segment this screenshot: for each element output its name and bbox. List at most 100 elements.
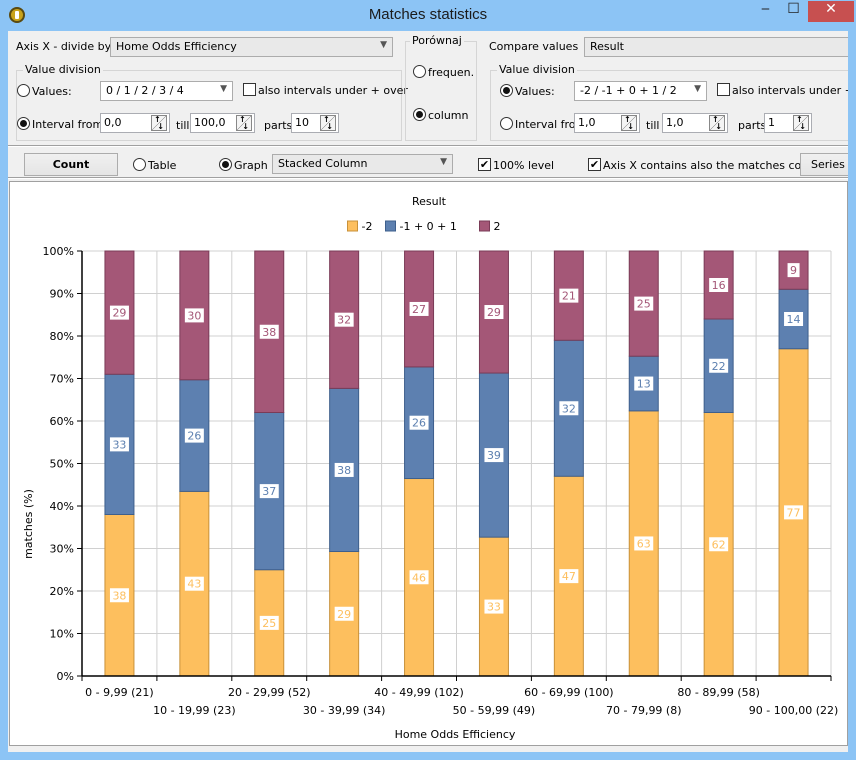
- data-label: 21: [562, 290, 576, 303]
- data-label: 62: [712, 538, 726, 551]
- chevron-down-icon: ▼: [440, 157, 447, 167]
- compare-also-intervals-label: also intervals under + over: [732, 84, 848, 97]
- interval-till-value: 1,0: [666, 116, 684, 129]
- compare-values-value: Result: [590, 40, 624, 53]
- compare-also-intervals-checkbox[interactable]: [717, 83, 730, 96]
- x-tick-label: 60 - 69,99 (100): [524, 686, 614, 699]
- frequen-radio[interactable]: [413, 65, 426, 78]
- series-button[interactable]: Series ...: [800, 153, 848, 176]
- compare-values-label: Compare values: [489, 40, 579, 53]
- data-label: 25: [637, 298, 651, 311]
- y-tick-label: 60%: [50, 415, 74, 428]
- y-tick-label: 40%: [50, 500, 74, 513]
- compare-interval-from-input[interactable]: 1,0 ↑ ↓: [574, 113, 640, 133]
- interval-from-value: 0,0: [104, 116, 122, 129]
- spinner-arrows-icon[interactable]: ↑ ↓: [793, 115, 809, 131]
- legend-swatch: [385, 220, 396, 232]
- x-tick-label: 20 - 29,99 (52): [228, 686, 311, 699]
- window-title: Matches statistics: [368, 6, 488, 23]
- maximize-button[interactable]: ☐: [780, 1, 807, 22]
- y-tick-label: 100%: [43, 245, 74, 258]
- y-tick-label: 20%: [50, 585, 74, 598]
- axis-x-select[interactable]: Home Odds Efficiency ▼: [110, 37, 393, 57]
- level100-label: 100% level: [493, 159, 555, 172]
- x-tick-label: 80 - 89,99 (58): [677, 686, 760, 699]
- axis-x-values-label: Values:: [32, 85, 72, 98]
- y-tick-label: 10%: [50, 628, 74, 641]
- data-label: 46: [412, 571, 426, 584]
- data-label: 26: [187, 430, 201, 443]
- x-tick-label: 0 - 9,99 (21): [85, 686, 154, 699]
- separator: [8, 177, 848, 179]
- compare-values-select[interactable]: Result: [584, 37, 848, 57]
- table-radio[interactable]: [133, 158, 146, 171]
- y-tick-label: 80%: [50, 330, 74, 343]
- data-label: 25: [262, 617, 276, 630]
- chevron-down-icon: ▼: [220, 84, 227, 94]
- x-tick-label: 50 - 59,99 (49): [453, 704, 536, 717]
- x-axis-title: Home Odds Efficiency: [395, 728, 516, 741]
- compare-parts-input[interactable]: 1 ↑ ↓: [764, 113, 812, 133]
- axis-x-parts-input[interactable]: 10 ↑ ↓: [291, 113, 339, 133]
- data-label: 14: [787, 313, 801, 326]
- minimize-button[interactable]: ‒: [752, 1, 779, 22]
- axis-x-interval-from-input[interactable]: 0,0 ↑ ↓: [100, 113, 170, 133]
- data-label: 29: [337, 608, 351, 621]
- axis-count-label: Axis X contains also the matches count: [603, 159, 820, 172]
- y-tick-label: 0%: [57, 670, 74, 683]
- spinner-arrows-icon[interactable]: ↑ ↓: [709, 115, 725, 131]
- graph-radio[interactable]: [219, 158, 232, 171]
- x-tick-label: 70 - 79,99 (8): [606, 704, 682, 717]
- compare-till-label: till: [646, 119, 660, 132]
- compare-interval-radio[interactable]: [500, 117, 513, 130]
- axis-x-values-radio[interactable]: [17, 84, 30, 97]
- level100-checkbox[interactable]: ✔: [478, 158, 491, 171]
- compare-interval-till-input[interactable]: 1,0 ↑ ↓: [662, 113, 728, 133]
- data-label: 33: [487, 601, 501, 614]
- axis-x-till-label: till: [176, 119, 190, 132]
- spinner-arrows-icon[interactable]: ↑ ↓: [236, 115, 252, 131]
- axis-x-also-intervals-checkbox[interactable]: [243, 83, 256, 96]
- table-label: Table: [148, 159, 177, 172]
- axis-x-values-value: 0 / 1 / 2 / 3 / 4: [106, 84, 184, 97]
- data-label: 38: [262, 326, 276, 339]
- chevron-down-icon: ▼: [694, 84, 701, 94]
- compare-values-radio[interactable]: [500, 84, 513, 97]
- data-label: 63: [637, 537, 651, 550]
- x-tick-label: 90 - 100,00 (22): [749, 704, 839, 717]
- spinner-arrows-icon[interactable]: ↑ ↓: [151, 115, 167, 131]
- axis-x-interval-radio[interactable]: [17, 117, 30, 130]
- compare-values-values-label: Values:: [515, 85, 555, 98]
- legend-swatch: [479, 220, 490, 232]
- interval-from-value: 1,0: [578, 116, 596, 129]
- data-label: 30: [187, 309, 201, 322]
- group-title: Value division: [23, 63, 103, 76]
- legend-swatch: [347, 220, 358, 232]
- title-bar: Matches statistics ‒ ☐ ✕: [0, 0, 856, 31]
- chart-panel: Result -2 -1 + 0 + 1 2 38 33 29 43 26 30 25 37 38 2…: [9, 181, 848, 746]
- axis-x-interval-label: Interval from: [32, 118, 104, 131]
- x-tick-label: 40 - 49,99 (102): [374, 686, 464, 699]
- separator: [8, 145, 848, 147]
- axis-x-interval-till-input[interactable]: 100,0 ↑ ↓: [190, 113, 255, 133]
- window-client: Axis X - divide by Home Odds Efficiency …: [8, 31, 848, 752]
- parts-value: 1: [768, 116, 775, 129]
- x-tick-label: 30 - 39,99 (34): [303, 704, 386, 717]
- y-axis-title: matches (%): [22, 489, 35, 559]
- graph-type-select[interactable]: Stacked Column ▼: [272, 154, 453, 174]
- axis-count-checkbox[interactable]: ✔: [588, 158, 601, 171]
- close-button[interactable]: ✕: [808, 1, 854, 22]
- data-label: 29: [487, 306, 501, 319]
- spinner-arrows-icon[interactable]: ↑ ↓: [320, 115, 336, 131]
- data-label: 32: [562, 402, 576, 415]
- count-button[interactable]: Count: [24, 153, 118, 176]
- axis-x-label: Axis X - divide by: [16, 40, 112, 53]
- column-radio[interactable]: [413, 108, 426, 121]
- axis-x-values-select[interactable]: 0 / 1 / 2 / 3 / 4 ▼: [100, 81, 233, 101]
- data-label: 29: [112, 307, 126, 320]
- compare-parts-label: parts: [738, 119, 767, 132]
- x-tick-label: 10 - 19,99 (23): [153, 704, 236, 717]
- spinner-arrows-icon[interactable]: ↑ ↓: [621, 115, 637, 131]
- compare-values-values-select[interactable]: -2 / -1 + 0 + 1 / 2 ▼: [574, 81, 707, 101]
- y-tick-label: 30%: [50, 543, 74, 556]
